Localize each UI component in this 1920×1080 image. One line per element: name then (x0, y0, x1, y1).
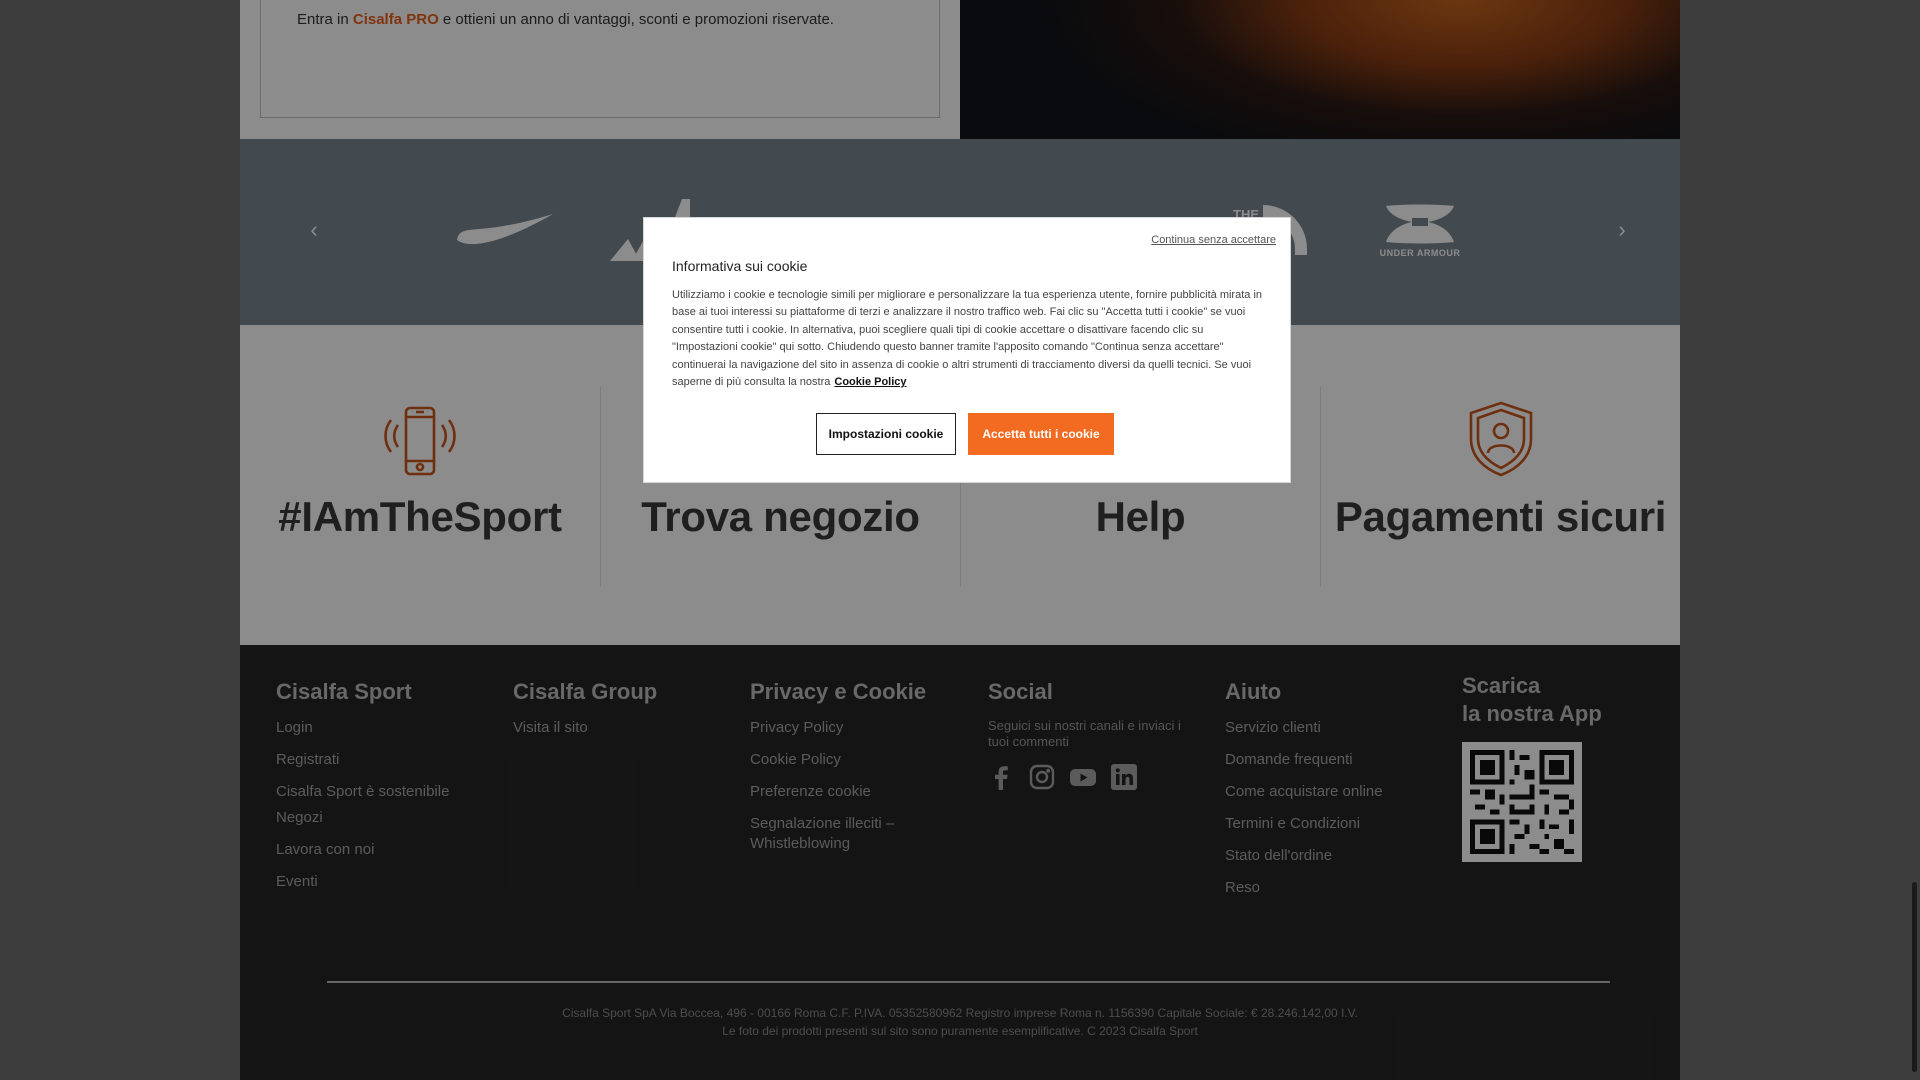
page-scrollbar[interactable] (1910, 0, 1920, 1080)
cookie-modal-text: Utilizziamo i cookie e tecnologie simili… (672, 289, 1263, 389)
modal-overlay (0, 0, 1920, 1080)
cookie-policy-link[interactable]: Cookie Policy (834, 376, 906, 388)
accept-all-cookies-button[interactable]: Accetta tutti i cookie (968, 413, 1114, 455)
cookie-modal-title: Informativa sui cookie (672, 258, 808, 274)
cookie-modal-body: Utilizziamo i cookie e tecnologie simili… (672, 287, 1268, 391)
scrollbar-thumb[interactable] (1912, 882, 1917, 1072)
cookie-modal: Continua senza accettare Informativa sui… (643, 217, 1291, 483)
continue-without-accepting-link[interactable]: Continua senza accettare (1151, 234, 1276, 246)
cookie-settings-button[interactable]: Impostazioni cookie (816, 413, 956, 455)
